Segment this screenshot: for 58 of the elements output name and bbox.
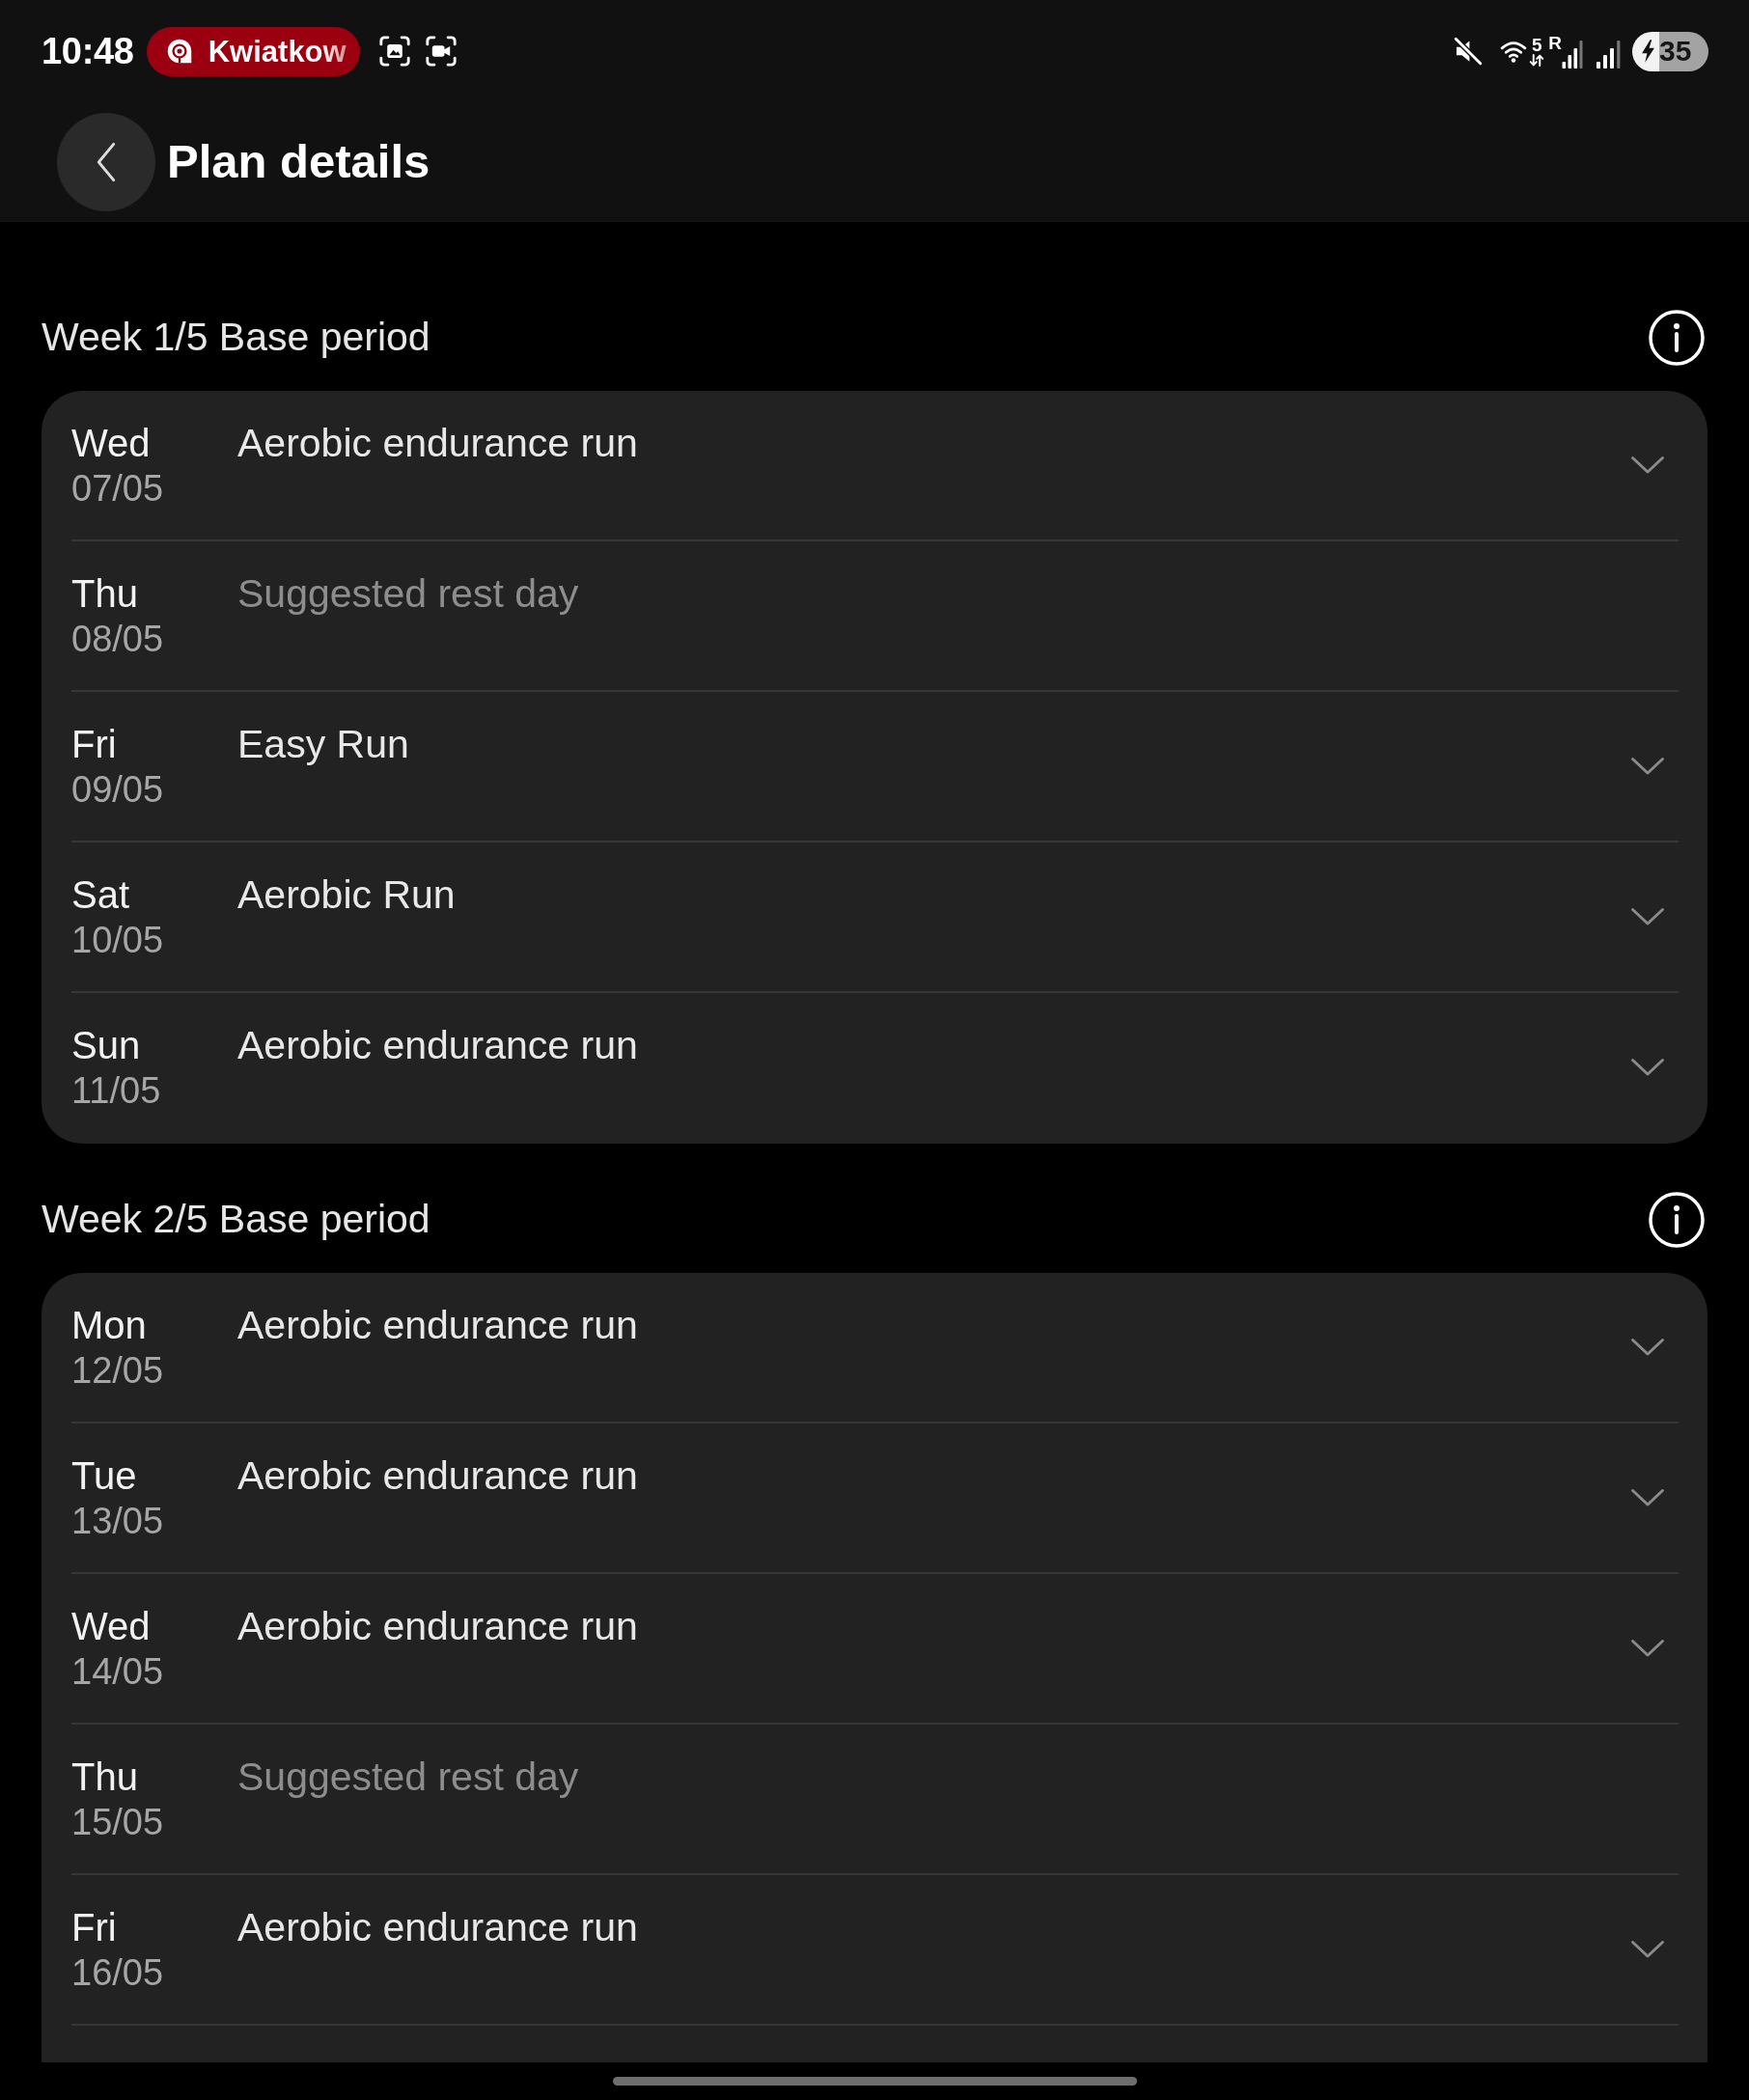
charging-bolt-icon xyxy=(1641,40,1655,63)
rest-day-label: Suggested rest day xyxy=(237,570,580,617)
date-label: 07/05 xyxy=(71,467,165,511)
battery-percent: 35 xyxy=(1659,37,1692,66)
week-heading: Week 1/5 Base period xyxy=(42,314,430,362)
week-heading: Week 2/5 Base period xyxy=(42,1196,430,1244)
date-label: 08/05 xyxy=(71,618,165,661)
info-icon[interactable] xyxy=(1649,1192,1705,1248)
page-title: Plan details xyxy=(167,136,430,188)
weekday-label: Tue xyxy=(71,1453,138,1499)
workout-title: Aerobic endurance run xyxy=(237,1904,639,1950)
weekday-label: Wed xyxy=(71,1604,152,1649)
roaming-label: R xyxy=(1548,34,1562,52)
chevron-down-icon[interactable] xyxy=(1630,1488,1665,1507)
workout-title: Aerobic endurance run xyxy=(237,1022,639,1068)
date-label: 11/05 xyxy=(71,1069,162,1113)
weekday-label: Mon xyxy=(71,1303,148,1348)
chevron-down-icon[interactable] xyxy=(1630,1058,1665,1077)
date-label: 09/05 xyxy=(71,768,165,812)
weekday-label: Sun xyxy=(71,1023,142,1068)
broadcast-icon xyxy=(165,38,193,65)
weekday-label: Thu xyxy=(71,1755,139,1800)
chevron-down-icon[interactable] xyxy=(1630,907,1665,926)
workout-title: Aerobic endurance run xyxy=(237,1302,639,1348)
rest-day-label: Suggested rest day xyxy=(237,1754,580,1800)
screen-record-icon xyxy=(424,35,458,68)
info-icon[interactable] xyxy=(1649,310,1705,366)
chevron-left-icon xyxy=(96,142,117,182)
chevron-down-icon[interactable] xyxy=(1630,456,1665,475)
weekday-label: Sat xyxy=(71,872,131,918)
signal-bars-icon xyxy=(1596,40,1621,69)
weekday-label: Thu xyxy=(71,571,139,617)
date-label: 16/05 xyxy=(71,1951,165,1995)
workout-title: Aerobic Run xyxy=(237,871,457,918)
date-label: 13/05 xyxy=(71,1500,165,1543)
wifi-icon xyxy=(1499,39,1529,64)
chevron-down-icon[interactable] xyxy=(1630,1639,1665,1658)
chevron-down-icon[interactable] xyxy=(1630,757,1665,776)
date-label: 12/05 xyxy=(71,1349,165,1393)
date-label: 10/05 xyxy=(71,919,165,962)
signal-bars-icon xyxy=(1562,40,1583,69)
clock-time: 10:48 xyxy=(42,33,134,69)
workout-title: Easy Run xyxy=(237,721,410,767)
media-chip[interactable]: Kwiatkow xyxy=(146,26,360,76)
chevron-down-icon[interactable] xyxy=(1630,1940,1665,1959)
workout-title: Aerobic endurance run xyxy=(237,420,639,466)
weekday-label: Wed xyxy=(71,421,152,466)
data-arrows-icon xyxy=(1529,54,1545,67)
workout-title: Aerobic endurance run xyxy=(237,1452,639,1499)
date-label: 15/05 xyxy=(71,1801,165,1844)
mute-icon xyxy=(1452,35,1485,68)
workout-title: Aerobic endurance run xyxy=(237,1603,639,1649)
chevron-down-icon[interactable] xyxy=(1630,1338,1665,1357)
weekday-label: Fri xyxy=(71,722,118,767)
weekday-label: Fri xyxy=(71,1905,118,1950)
screenshot-icon xyxy=(377,35,411,68)
date-label: 14/05 xyxy=(71,1650,165,1694)
wifi-band-label: 5 xyxy=(1531,36,1542,54)
